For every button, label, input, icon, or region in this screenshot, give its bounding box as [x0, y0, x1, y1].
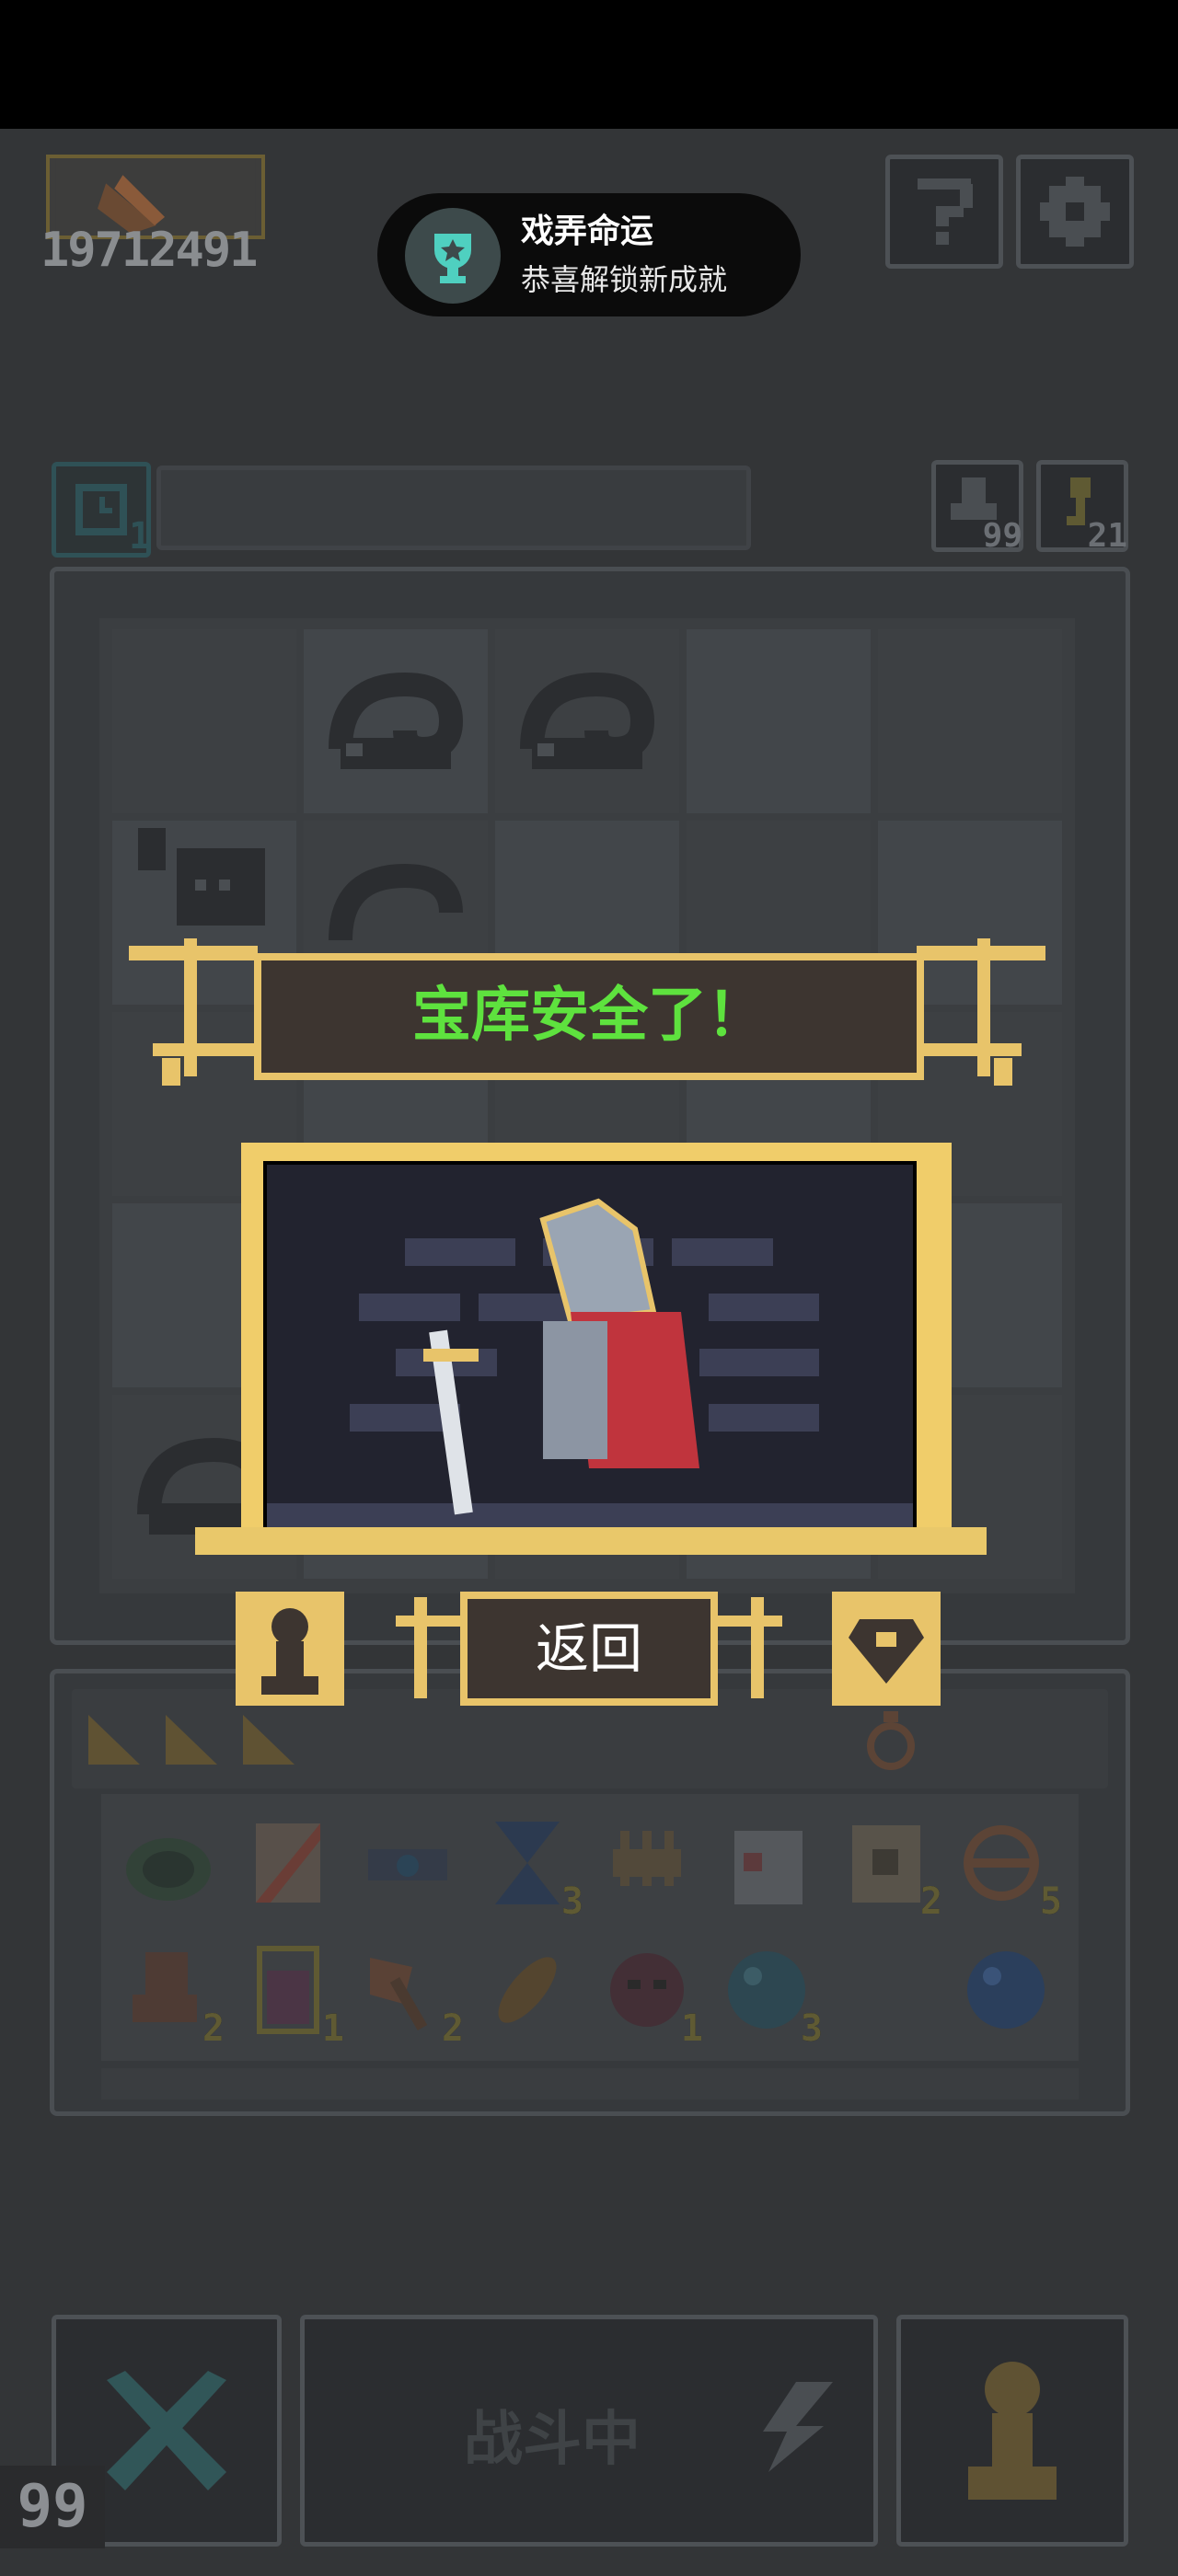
knight-artwork	[263, 1161, 917, 1538]
heart-choice-button[interactable]	[823, 1592, 950, 1706]
pawn-icon	[236, 1592, 344, 1706]
pawn-choice-button[interactable]	[226, 1592, 353, 1706]
modal-title: 宝库安全了！	[412, 982, 766, 1050]
heart-shield-icon	[832, 1592, 941, 1706]
artwork-base	[195, 1527, 987, 1555]
back-button-label: 返回	[535, 1617, 642, 1680]
status-bar	[0, 0, 1178, 129]
knight-illustration	[267, 1165, 913, 1535]
